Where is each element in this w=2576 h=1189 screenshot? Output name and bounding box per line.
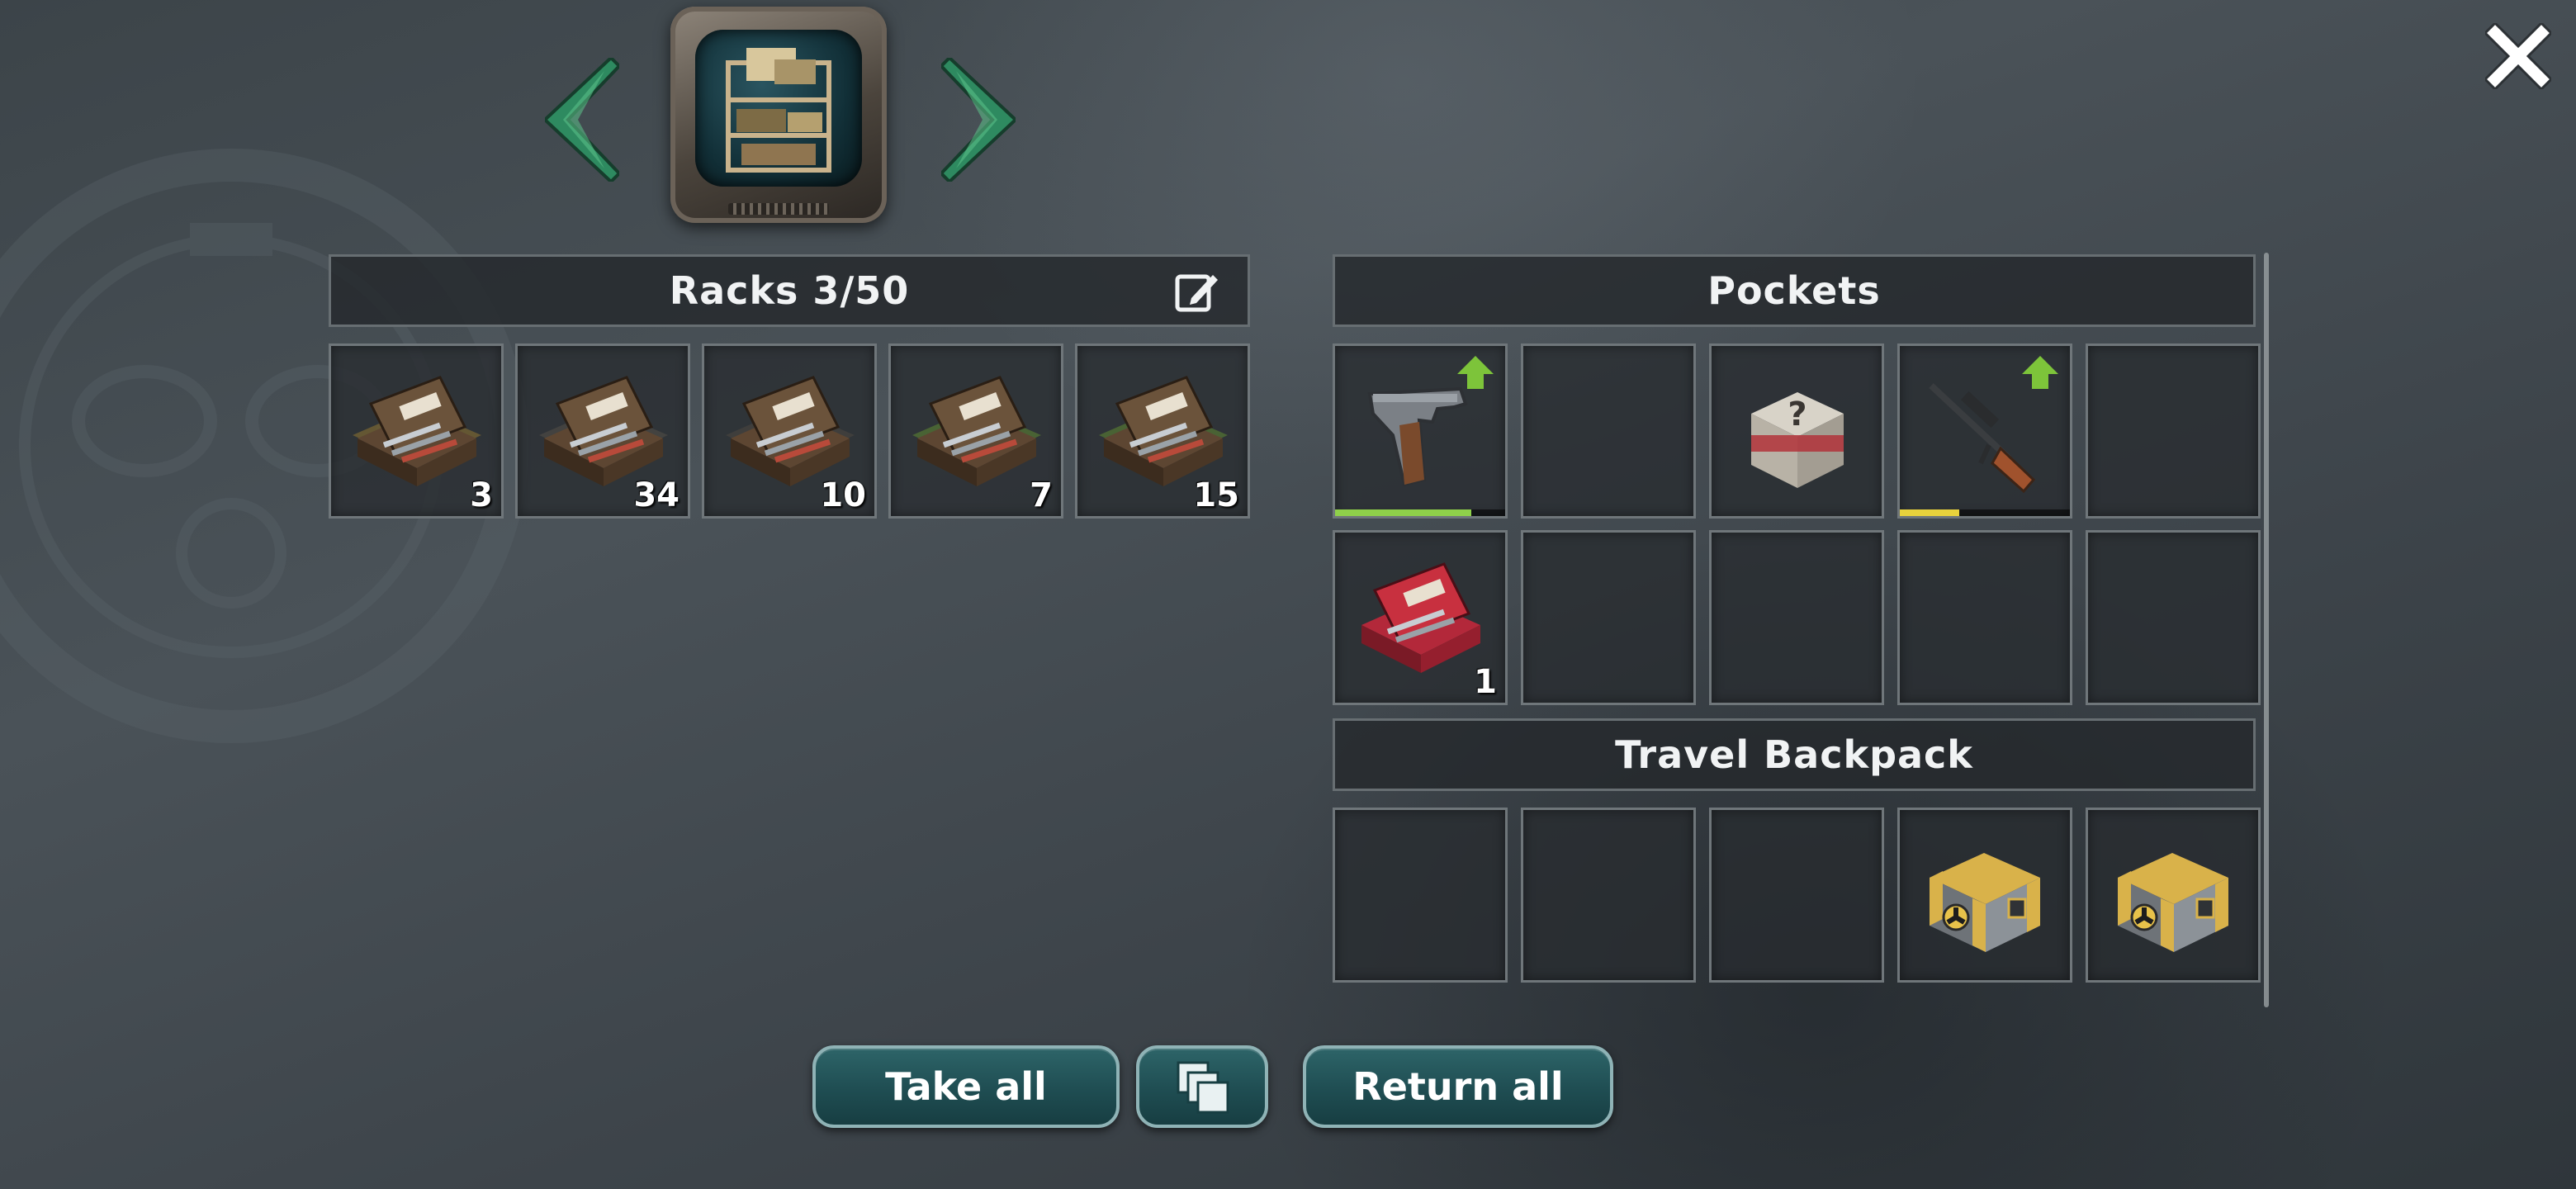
return-all-button[interactable]: Return all: [1303, 1045, 1613, 1128]
toolbox-icon: [1361, 562, 1480, 673]
rename-button[interactable]: [1173, 268, 1221, 316]
radioactive-chest-icon: [1910, 820, 2060, 970]
item-count: 34: [633, 476, 680, 514]
pocket-slot-9[interactable]: [1897, 530, 2072, 705]
pocket-slot-3[interactable]: ?: [1709, 343, 1884, 519]
shelf-rack-icon: [726, 48, 831, 173]
svg-text:?: ?: [1788, 396, 1807, 433]
durability-bar: [1900, 509, 2070, 516]
stack-button[interactable]: [1136, 1045, 1268, 1128]
item-count: 7: [1030, 476, 1053, 514]
backpack-slot-4[interactable]: [1897, 808, 2072, 983]
close-icon: [2483, 21, 2554, 92]
chevron-left-icon: [542, 55, 622, 184]
pockets-header: Pockets: [1333, 254, 2256, 327]
pocket-slot-5[interactable]: [2086, 343, 2261, 519]
backpack-slot-3[interactable]: [1709, 808, 1884, 983]
rack-slot-2[interactable]: 34: [515, 343, 690, 519]
pocket-slot-7[interactable]: [1521, 530, 1696, 705]
racks-title: Racks 3/50: [669, 268, 910, 313]
rack-slot-5[interactable]: 15: [1075, 343, 1250, 519]
pocket-slot-1[interactable]: [1333, 343, 1508, 519]
pockets-title: Pockets: [1707, 268, 1881, 313]
background-emblem: [0, 149, 528, 743]
mystery-crate-icon: ?: [1751, 392, 1844, 488]
item-count: 10: [820, 476, 866, 514]
upgrade-arrow-icon: [2022, 356, 2058, 389]
edit-icon: [1175, 274, 1218, 312]
container-portrait: [670, 7, 887, 223]
pocket-slot-10[interactable]: [2086, 530, 2261, 705]
next-container-button[interactable]: [939, 55, 1018, 184]
toolbox-icon: [341, 356, 491, 506]
rack-slot-3[interactable]: 10: [702, 343, 877, 519]
backpack-header: Travel Backpack: [1333, 718, 2256, 791]
previous-container-button[interactable]: [542, 55, 622, 184]
backpack-slot-1[interactable]: [1333, 808, 1508, 983]
upgrade-arrow-icon: [1457, 356, 1494, 389]
pocket-slot-4[interactable]: [1897, 343, 2072, 519]
inventory-scrollbar[interactable]: [2264, 253, 2269, 1007]
return-all-label: Return all: [1352, 1064, 1564, 1109]
radioactive-chest-icon: [2098, 820, 2248, 970]
durability-bar: [1335, 509, 1505, 516]
close-button[interactable]: [2483, 21, 2554, 92]
pocket-slot-8[interactable]: [1709, 530, 1884, 705]
backpack-title: Travel Backpack: [1615, 732, 1973, 777]
item-count: 1: [1474, 663, 1497, 701]
rack-slot-4[interactable]: 7: [888, 343, 1063, 519]
chevron-right-icon: [939, 55, 1018, 184]
take-all-button[interactable]: Take all: [812, 1045, 1120, 1128]
take-all-label: Take all: [885, 1064, 1047, 1109]
item-count: 15: [1193, 476, 1239, 514]
stack-icon: [1177, 1061, 1229, 1114]
backpack-slot-5[interactable]: [2086, 808, 2261, 983]
backpack-slot-2[interactable]: [1521, 808, 1696, 983]
toolbox-icon: [901, 356, 1051, 506]
item-count: 3: [470, 476, 493, 514]
racks-header: Racks 3/50: [329, 254, 1250, 327]
pocket-slot-6[interactable]: 1: [1333, 530, 1508, 705]
rack-slot-1[interactable]: 3: [329, 343, 504, 519]
pocket-slot-2[interactable]: [1521, 343, 1696, 519]
